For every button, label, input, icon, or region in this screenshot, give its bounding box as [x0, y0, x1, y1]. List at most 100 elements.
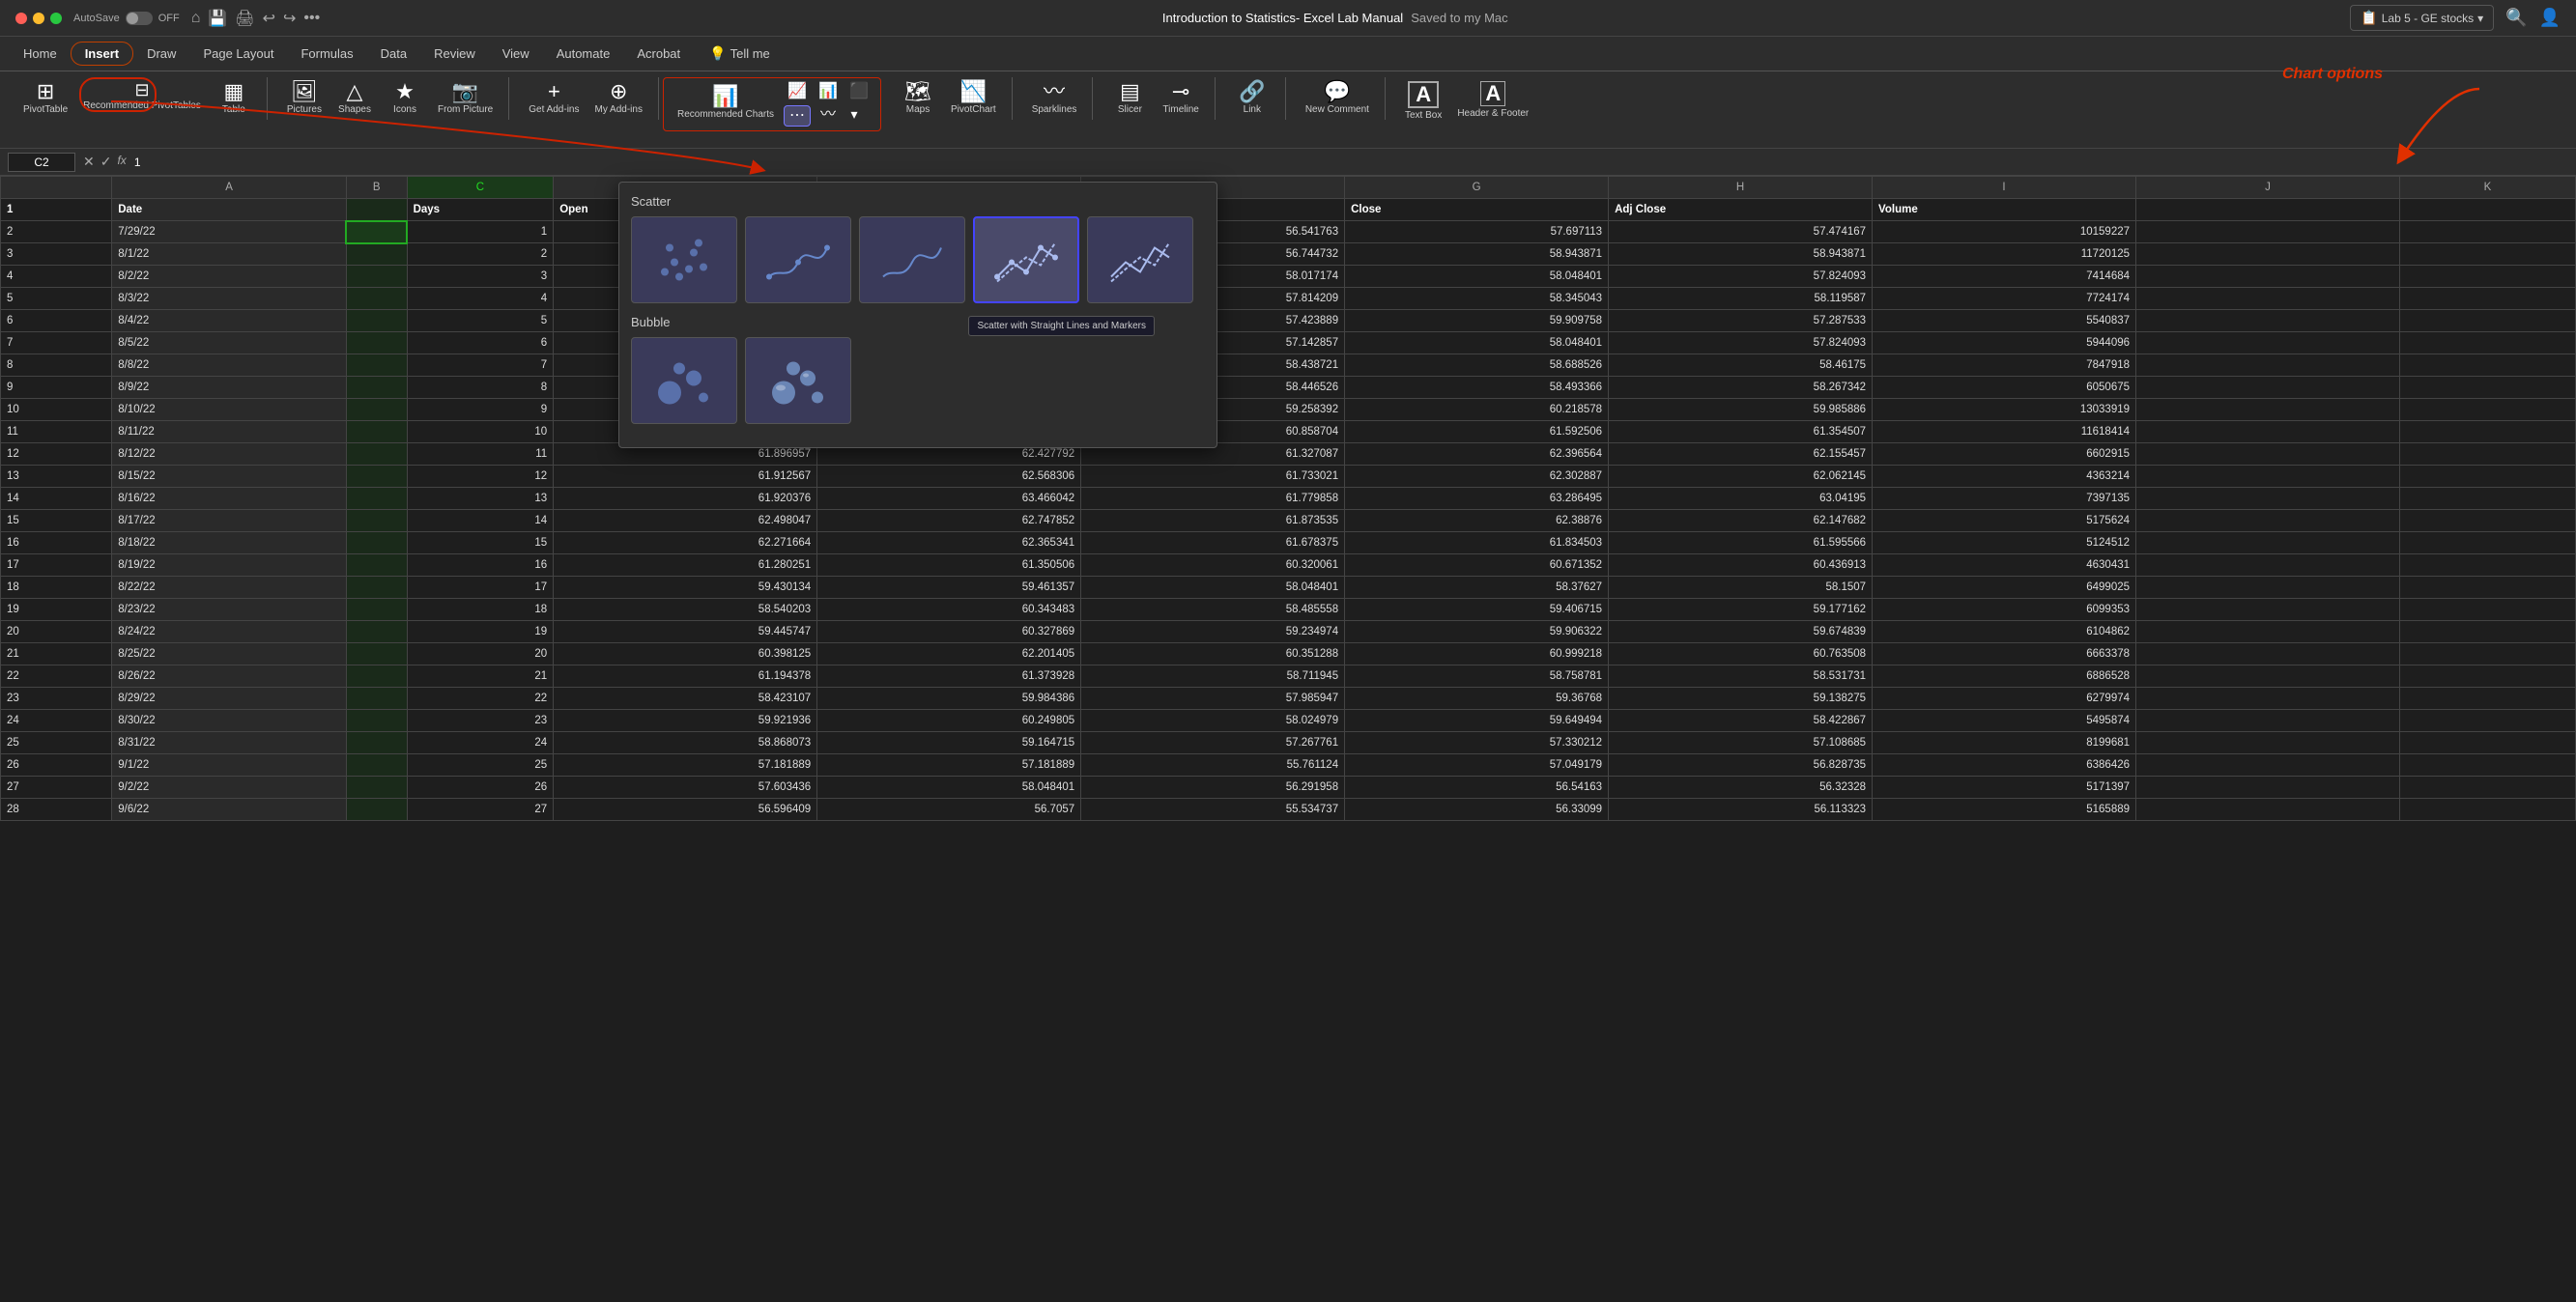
pivotchart-button[interactable]: 📉 PivotChart — [945, 77, 1002, 120]
scatter-smooth-lines-option[interactable] — [859, 216, 965, 303]
cell-5-3[interactable]: 5 — [407, 310, 554, 332]
cell-23-5[interactable]: 60.249805 — [817, 710, 1081, 732]
cell-2-10[interactable] — [2136, 243, 2400, 266]
cell-0-9[interactable]: Volume — [1873, 199, 2136, 221]
cell-27-0[interactable]: 28 — [1, 799, 112, 821]
from-picture-button[interactable]: 📷 From Picture — [432, 77, 499, 120]
cell-18-6[interactable]: 58.485558 — [1081, 599, 1345, 621]
cell-18-3[interactable]: 18 — [407, 599, 554, 621]
get-addins-button[interactable]: + Get Add-ins — [523, 77, 585, 120]
tab-formulas[interactable]: Formulas — [287, 41, 366, 67]
cell-12-5[interactable]: 62.568306 — [817, 466, 1081, 488]
cell-26-4[interactable]: 57.603436 — [554, 777, 817, 799]
cell-11-0[interactable]: 12 — [1, 443, 112, 466]
confirm-formula-icon[interactable]: ✓ — [100, 154, 112, 170]
cell-13-4[interactable]: 61.920376 — [554, 488, 817, 510]
cell-2-1[interactable]: 8/1/22 — [112, 243, 347, 266]
cell-26-2[interactable] — [346, 777, 407, 799]
cell-7-7[interactable]: 58.688526 — [1345, 354, 1609, 377]
scatter-smooth-lines-markers-option[interactable] — [745, 216, 851, 303]
cell-26-0[interactable]: 27 — [1, 777, 112, 799]
redo-icon[interactable]: ↪ — [283, 9, 296, 28]
cell-10-11[interactable] — [2399, 421, 2575, 443]
cell-22-5[interactable]: 59.984386 — [817, 688, 1081, 710]
cell-19-5[interactable]: 60.327869 — [817, 621, 1081, 643]
cell-22-11[interactable] — [2399, 688, 2575, 710]
cell-20-0[interactable]: 21 — [1, 643, 112, 665]
cell-17-11[interactable] — [2399, 577, 2575, 599]
cell-20-3[interactable]: 20 — [407, 643, 554, 665]
cell-21-6[interactable]: 58.711945 — [1081, 665, 1345, 688]
cell-24-3[interactable]: 24 — [407, 732, 554, 754]
cell-21-5[interactable]: 61.373928 — [817, 665, 1081, 688]
cell-21-8[interactable]: 58.531731 — [1609, 665, 1873, 688]
cell-19-0[interactable]: 20 — [1, 621, 112, 643]
cell-14-11[interactable] — [2399, 510, 2575, 532]
cell-12-7[interactable]: 62.302887 — [1345, 466, 1609, 488]
search-icon[interactable]: 🔍 — [2505, 8, 2527, 28]
tab-insert[interactable]: Insert — [71, 42, 133, 66]
cell-23-8[interactable]: 58.422867 — [1609, 710, 1873, 732]
cell-5-9[interactable]: 5540837 — [1873, 310, 2136, 332]
cell-0-7[interactable]: Close — [1345, 199, 1609, 221]
col-header-C[interactable]: C — [407, 177, 554, 199]
cell-18-10[interactable] — [2136, 599, 2400, 621]
tab-review[interactable]: Review — [420, 41, 489, 67]
cell-13-1[interactable]: 8/16/22 — [112, 488, 347, 510]
cell-13-10[interactable] — [2136, 488, 2400, 510]
text-box-button[interactable]: A Text Box — [1399, 77, 1447, 126]
cell-11-8[interactable]: 62.155457 — [1609, 443, 1873, 466]
name-box[interactable] — [8, 153, 75, 172]
cell-6-10[interactable] — [2136, 332, 2400, 354]
cell-2-7[interactable]: 58.943871 — [1345, 243, 1609, 266]
cell-4-1[interactable]: 8/3/22 — [112, 288, 347, 310]
cell-17-4[interactable]: 59.430134 — [554, 577, 817, 599]
cell-9-0[interactable]: 10 — [1, 399, 112, 421]
cell-15-9[interactable]: 5124512 — [1873, 532, 2136, 554]
cell-10-0[interactable]: 11 — [1, 421, 112, 443]
cell-26-6[interactable]: 56.291958 — [1081, 777, 1345, 799]
table-button[interactable]: ▦ Table — [211, 77, 257, 120]
cell-8-11[interactable] — [2399, 377, 2575, 399]
cell-3-8[interactable]: 57.824093 — [1609, 266, 1873, 288]
cell-1-8[interactable]: 57.474167 — [1609, 221, 1873, 243]
cell-25-6[interactable]: 55.761124 — [1081, 754, 1345, 777]
cell-24-0[interactable]: 25 — [1, 732, 112, 754]
cell-5-11[interactable] — [2399, 310, 2575, 332]
cell-16-9[interactable]: 4630431 — [1873, 554, 2136, 577]
cell-25-10[interactable] — [2136, 754, 2400, 777]
recommended-charts-button[interactable]: 📊 Recommended Charts — [672, 82, 780, 125]
cell-15-6[interactable]: 61.678375 — [1081, 532, 1345, 554]
cell-7-1[interactable]: 8/8/22 — [112, 354, 347, 377]
col-header-A[interactable]: A — [112, 177, 347, 199]
cell-14-4[interactable]: 62.498047 — [554, 510, 817, 532]
cell-17-5[interactable]: 59.461357 — [817, 577, 1081, 599]
cell-8-7[interactable]: 58.493366 — [1345, 377, 1609, 399]
cell-8-9[interactable]: 6050675 — [1873, 377, 2136, 399]
cell-26-8[interactable]: 56.32328 — [1609, 777, 1873, 799]
recommended-pivottables-button[interactable]: ⊟ Recommended PivotTables — [77, 77, 207, 116]
cell-25-8[interactable]: 56.828735 — [1609, 754, 1873, 777]
cell-11-2[interactable] — [346, 443, 407, 466]
cell-12-3[interactable]: 12 — [407, 466, 554, 488]
cell-23-9[interactable]: 5495874 — [1873, 710, 2136, 732]
cell-19-2[interactable] — [346, 621, 407, 643]
cell-22-10[interactable] — [2136, 688, 2400, 710]
cell-18-5[interactable]: 60.343483 — [817, 599, 1081, 621]
maximize-button[interactable] — [50, 13, 62, 24]
cell-21-11[interactable] — [2399, 665, 2575, 688]
cell-27-5[interactable]: 56.7057 — [817, 799, 1081, 821]
cell-4-11[interactable] — [2399, 288, 2575, 310]
home-icon[interactable]: ⌂ — [191, 10, 201, 27]
autosave-toggle[interactable] — [126, 12, 153, 25]
cell-10-9[interactable]: 11618414 — [1873, 421, 2136, 443]
cell-27-2[interactable] — [346, 799, 407, 821]
cell-19-3[interactable]: 19 — [407, 621, 554, 643]
cell-21-7[interactable]: 58.758781 — [1345, 665, 1609, 688]
cell-2-9[interactable]: 11720125 — [1873, 243, 2136, 266]
cell-27-8[interactable]: 56.113323 — [1609, 799, 1873, 821]
cell-15-7[interactable]: 61.834503 — [1345, 532, 1609, 554]
cell-6-3[interactable]: 6 — [407, 332, 554, 354]
cell-9-7[interactable]: 60.218578 — [1345, 399, 1609, 421]
cell-7-11[interactable] — [2399, 354, 2575, 377]
